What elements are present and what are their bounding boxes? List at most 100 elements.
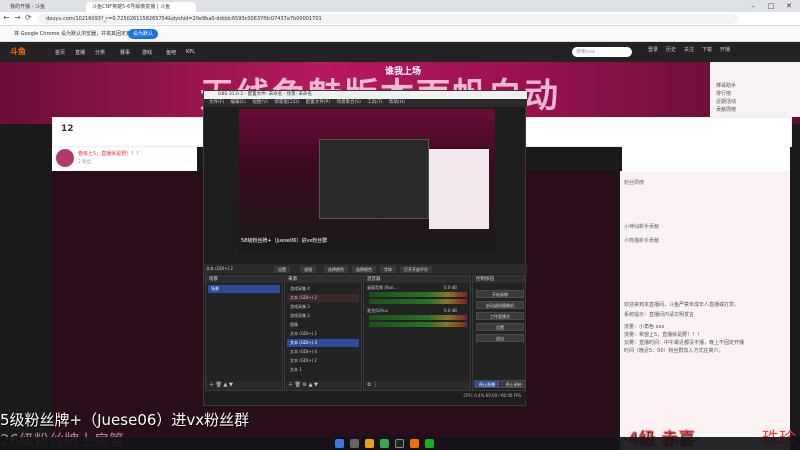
download-icon[interactable]: 下载 xyxy=(702,46,712,53)
url-input[interactable]: douyu.com/10216093?_r=0.7250261158265754… xyxy=(38,14,738,24)
virtual-camera-button[interactable]: 启动虚拟摄像机 xyxy=(476,301,524,309)
nested-preview xyxy=(319,139,429,219)
menu-edit[interactable]: 编辑(E) xyxy=(231,100,246,105)
fans-count: 2 粉丝 xyxy=(78,160,92,165)
back-icon[interactable]: ← xyxy=(3,13,10,22)
nav-fishbar[interactable]: 鱼吧 xyxy=(166,49,176,56)
browser-tab-bar: 我的开播 - 斗鱼 斗鱼CNF英雄5-6号解散复播 | 斗鱼 – □ ✕ xyxy=(0,0,800,12)
source-item[interactable]: 游戏采集 3 xyxy=(287,303,359,311)
maximize-icon[interactable]: □ xyxy=(762,0,780,12)
chat-message: 系统提示：直播间内请文明发言 xyxy=(624,312,695,318)
minimize-icon[interactable]: – xyxy=(744,0,762,12)
login-icon[interactable]: 登录 xyxy=(648,46,658,53)
set-default-button[interactable]: 设为默认 xyxy=(128,29,159,39)
menu-view[interactable]: 视图(V) xyxy=(252,100,268,105)
source-item[interactable]: 文本 (GDI+) 2 xyxy=(287,330,359,338)
scenes-dock: 场景 场景 ＋ 🗑 ▲ ▼ xyxy=(205,275,283,391)
chrome-icon[interactable] xyxy=(380,439,389,448)
nav-live[interactable]: 直播 xyxy=(75,49,85,56)
history-icon[interactable]: 历史 xyxy=(666,46,676,53)
menu-help[interactable]: 帮助(H) xyxy=(389,100,405,105)
menu-file[interactable]: 文件(F) xyxy=(209,100,224,105)
controls-title: 控制按钮 xyxy=(473,276,525,283)
taskbar xyxy=(0,437,800,450)
mixer-footer: ⚙ ⋮ xyxy=(364,381,470,390)
mixer-track-db: 0.0 dB xyxy=(444,308,457,313)
close-icon[interactable]: ✕ xyxy=(780,0,798,12)
tab-my-stream[interactable]: 我的开播 - 斗鱼 xyxy=(4,2,84,12)
settings-button[interactable]: 设置 xyxy=(476,323,524,331)
chat-message: 流量：希望上5，直播就是野！！！ xyxy=(624,332,703,338)
tab-douyu-room[interactable]: 斗鱼CNF英雄5-6号解散复播 | 斗鱼 xyxy=(86,2,196,12)
go-live-icon[interactable]: 开播 xyxy=(720,46,730,53)
select-color-button-2[interactable]: 选择颜色 xyxy=(352,266,376,273)
obs-preview[interactable]: 58级粉丝牌+（Juese06）进vx粉丝群 xyxy=(239,109,495,253)
stop-record-button[interactable]: 停止录制 xyxy=(501,380,526,388)
sources-title: 来源 xyxy=(285,276,361,283)
stop-stream-button[interactable]: 停止直播 xyxy=(474,380,500,388)
obs-status-bar: CPU: 0.4% 60.00 / 60.00 FPS xyxy=(204,392,527,400)
font-button[interactable]: 字体 xyxy=(380,266,396,273)
preview-caption: 58级粉丝牌+（Juese06）进vx粉丝群 xyxy=(241,238,328,244)
source-item[interactable]: 文本 (GDI+) 2 xyxy=(287,294,359,302)
forward-icon[interactable]: → xyxy=(14,13,21,22)
panel-line: 排行榜 xyxy=(716,91,732,97)
panel-line: 捧哥助手 xyxy=(716,83,737,89)
panel-line: 近期活动 xyxy=(716,99,737,105)
chat-sidebar: 粉丝周榜 小神仙新手贡献 小熊猫新手贡献 欢迎来到本直播间，斗鱼严禁未成年人直播… xyxy=(620,171,790,450)
scenes-footer: ＋ 🗑 ▲ ▼ xyxy=(206,381,282,390)
source-item[interactable]: 文本 (GDI+) 3 xyxy=(287,339,359,347)
search-input[interactable]: 搜索xxx xyxy=(572,47,632,57)
source-item[interactable]: 图像 xyxy=(287,321,359,329)
obs-icon[interactable] xyxy=(395,439,404,448)
mixer-dock: 混音器 桌面音频 (Ron... 0.0 dB 麦克风/Aux 0.0 dB ⚙… xyxy=(363,275,471,391)
default-browser-infobar: 将 Google Chrome 设为默认浏览器，并将其固定到任务栏 设为默认 xyxy=(0,26,800,42)
avatar[interactable] xyxy=(56,149,74,167)
nav-events[interactable]: 赛事 xyxy=(120,49,130,56)
menu-docks[interactable]: 停靠窗口(D) xyxy=(274,100,299,105)
audio-meter xyxy=(369,322,467,327)
source-item[interactable]: 游戏采集 4 xyxy=(287,285,359,293)
sources-footer: ＋ 🗑 ⚙ ▲ ▼ xyxy=(285,381,361,390)
mixer-track-db: 0.0 dB xyxy=(444,285,457,290)
nav-category[interactable]: 分类 xyxy=(95,49,105,56)
banner-slogan: 谁我上场 xyxy=(385,67,422,77)
exit-button[interactable]: 退出 xyxy=(476,334,524,342)
source-item[interactable]: 文本 (GDI+) 4 xyxy=(287,348,359,356)
source-item[interactable]: 游戏采集 2 xyxy=(287,312,359,320)
filters-button[interactable]: 滤镜 xyxy=(300,266,316,273)
start-recording-button[interactable]: 开始录制 xyxy=(476,290,524,298)
source-item[interactable]: 文本 1 xyxy=(287,366,359,374)
start-icon[interactable] xyxy=(335,439,344,448)
nav-home[interactable]: 首页 xyxy=(55,49,65,56)
mixer-title: 混音器 xyxy=(364,276,470,283)
address-bar: ← → ⟳ douyu.com/10216093?_r=0.7250261158… xyxy=(0,12,800,26)
select-color-button[interactable]: 选择颜色 xyxy=(324,266,348,273)
room-level: 12 xyxy=(61,124,74,134)
chat-item[interactable]: 小熊猫新手贡献 xyxy=(624,237,788,249)
menu-profile[interactable]: 配置文件(P) xyxy=(306,100,330,105)
reload-icon[interactable]: ⟳ xyxy=(25,13,32,22)
chat-item[interactable]: 粉丝周榜 xyxy=(624,179,788,191)
properties-button[interactable]: 设置 xyxy=(274,266,290,273)
follow-icon[interactable]: 关注 xyxy=(684,46,694,53)
chat-item[interactable]: 小神仙新手贡献 xyxy=(624,223,788,235)
overlay-fan-group-text: 5级粉丝牌+（Juese06）进vx粉丝群 xyxy=(0,411,250,429)
nav-kpl[interactable]: KPL xyxy=(186,49,195,55)
file-explorer-icon[interactable] xyxy=(365,439,374,448)
menu-tools[interactable]: 工具(T) xyxy=(367,100,382,105)
scene-item[interactable]: 场景 xyxy=(208,285,280,293)
douyu-icon[interactable] xyxy=(410,439,419,448)
menu-scene-collection[interactable]: 场景集合(S) xyxy=(336,100,360,105)
source-item[interactable]: 文本 (GDI+) 2 xyxy=(287,357,359,365)
mixer-track-name: 麦克风/Aux xyxy=(367,308,388,313)
wechat-icon[interactable] xyxy=(425,439,434,448)
studio-mode-button[interactable]: 工作室模式 xyxy=(476,312,524,320)
douyu-logo[interactable]: 斗鱼 xyxy=(10,46,26,57)
audio-meter xyxy=(369,315,467,320)
nav-games[interactable]: 游戏 xyxy=(142,49,152,56)
open-platform-button[interactable]: 打开开放平台 xyxy=(400,266,432,273)
chat-message: 欢迎来到本直播间，斗鱼严禁未成年人直播或打赏。 xyxy=(624,302,740,308)
search-icon[interactable] xyxy=(350,439,359,448)
douyu-header: 斗鱼 首页 直播 分类 赛事 游戏 鱼吧 KPL 搜索xxx 登录 历史 关注 … xyxy=(0,42,800,62)
